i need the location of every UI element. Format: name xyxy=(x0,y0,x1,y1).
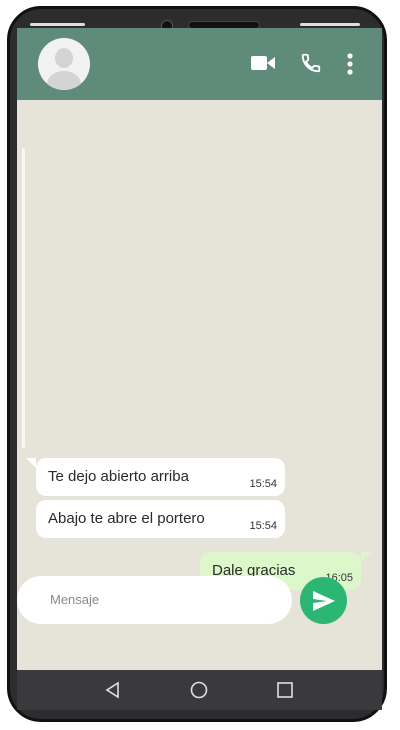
back-triangle-icon[interactable] xyxy=(103,680,123,700)
chat-header xyxy=(17,28,382,100)
send-button[interactable] xyxy=(300,577,347,624)
system-navbar xyxy=(17,670,382,710)
message-text: Te dejo abierto arriba xyxy=(48,468,189,485)
frame-highlight xyxy=(300,23,360,26)
recent-square-icon[interactable] xyxy=(275,680,295,700)
phone-icon[interactable] xyxy=(300,52,322,74)
frame-highlight xyxy=(30,23,85,26)
send-icon xyxy=(313,591,335,611)
home-circle-icon[interactable] xyxy=(189,680,209,700)
message-bubble-incoming[interactable]: Te dejo abierto arriba 15:54 xyxy=(36,458,285,496)
avatar-body xyxy=(47,71,81,90)
avatar[interactable] xyxy=(38,38,90,90)
video-call-icon[interactable] xyxy=(251,54,275,72)
bubble-tail xyxy=(361,552,371,562)
message-bubble-incoming[interactable]: Abajo te abre el portero 15:54 xyxy=(36,500,285,538)
chat-screen: Te dejo abierto arriba 15:54 Abajo te ab… xyxy=(17,28,382,670)
screen-glare xyxy=(22,148,25,448)
message-time: 15:54 xyxy=(249,478,277,490)
message-input[interactable]: Mensaje xyxy=(17,576,292,624)
message-input-placeholder: Mensaje xyxy=(50,592,100,607)
bubble-tail xyxy=(26,458,36,468)
avatar-head xyxy=(55,48,73,68)
message-text: Abajo te abre el portero xyxy=(48,510,205,527)
message-time: 15:54 xyxy=(249,520,277,532)
more-vertical-icon[interactable] xyxy=(344,52,356,76)
